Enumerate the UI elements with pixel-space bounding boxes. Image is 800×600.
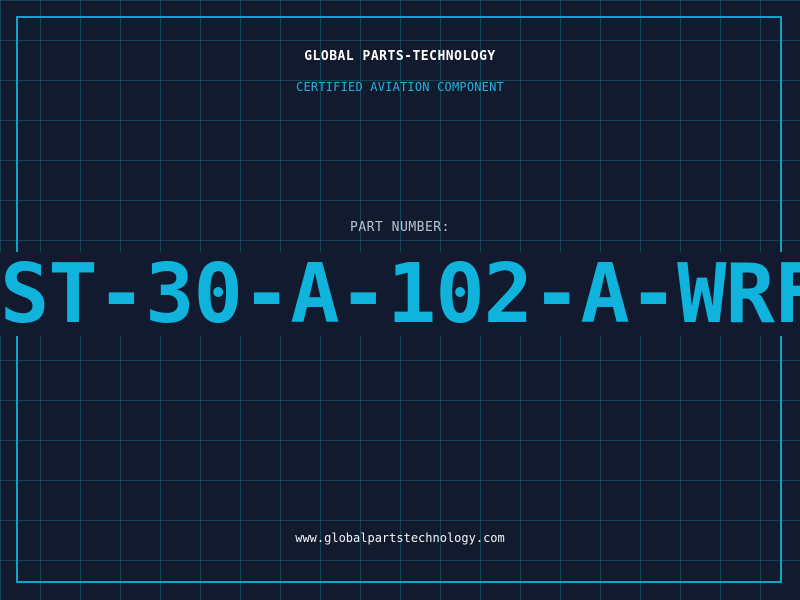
part-number-label: PART NUMBER: <box>350 220 450 235</box>
part-number-band: ST-30-A-102-A-WRF8 <box>0 252 800 336</box>
website-url: www.globalpartstechnology.com <box>295 531 505 545</box>
part-number-value: ST-30-A-102-A-WRF8 <box>0 252 800 336</box>
certification-subtitle: CERTIFIED AVIATION COMPONENT <box>296 80 504 94</box>
company-name: GLOBAL PARTS-TECHNOLOGY <box>304 49 496 64</box>
